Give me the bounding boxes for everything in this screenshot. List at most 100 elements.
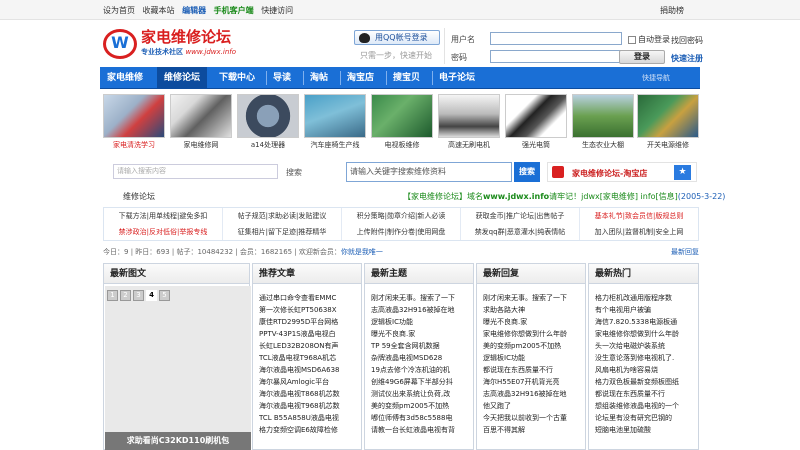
slider-page-current[interactable]: 4	[146, 290, 157, 301]
slider-page[interactable]: 2	[120, 290, 131, 301]
list-item[interactable]: 长虹LED32B208ON有声	[259, 340, 361, 352]
rules-cell[interactable]: 禁发qq群|恶意灌水|纯表情帖	[461, 224, 580, 240]
thumb-item[interactable]: a14处理器	[237, 94, 299, 152]
small-search-button[interactable]: 搜索	[286, 167, 302, 178]
list-item[interactable]: 海信7.820.5338电源板通	[595, 316, 697, 328]
star-icon[interactable]: ★	[674, 165, 691, 180]
rules-cell[interactable]: 下载方法|用单线程|避免多扣	[104, 208, 223, 224]
list-item[interactable]: 第一次修长虹PT50638X	[259, 304, 361, 316]
list-item[interactable]: 格力柜机改通用版程序数	[595, 292, 697, 304]
list-item[interactable]: 想组装维修液晶电视的一个	[595, 400, 697, 412]
list-item[interactable]: 短脑电池里加硫酸	[595, 424, 697, 436]
list-item[interactable]: 刚才闲来无事。搜索了一下	[371, 292, 473, 304]
list-item[interactable]: 海尔H55E07开机背光亮	[483, 376, 585, 388]
rules-cell[interactable]: 积分策略|勋章介绍|新人必读	[342, 208, 461, 224]
qq-login-button[interactable]: 用QQ帐号登录	[354, 30, 440, 45]
username-input[interactable]	[490, 32, 622, 45]
list-item[interactable]: 志高液晶32H916被掉在地	[371, 304, 473, 316]
rules-cell[interactable]: 基本礼节|致会员信|版规总则	[580, 208, 698, 224]
list-item[interactable]: 风扇电机为啥容易烧	[595, 364, 697, 376]
thumb-item[interactable]: 电视板维修	[371, 94, 433, 152]
main-search-button[interactable]: 搜索	[514, 162, 540, 182]
list-item[interactable]: 今天把我以前收到一个古董	[483, 412, 585, 424]
thumb-item[interactable]: 开关电源维修	[637, 94, 699, 152]
list-item[interactable]: 求助各路大神	[483, 304, 585, 316]
list-item[interactable]: 百思不得其解	[483, 424, 585, 436]
domain-notice[interactable]: 【家电维修论坛】域名www.jdwx.info请牢记！jdwx[家电维修] in…	[403, 191, 725, 202]
list-item[interactable]: 他又跑了	[483, 400, 585, 412]
list-item[interactable]: 有个电视用户被骗	[595, 304, 697, 316]
list-item[interactable]: 海尔液晶电视T968机芯数	[259, 400, 361, 412]
list-item[interactable]: 家电维修你想做到什么年龄	[483, 328, 585, 340]
list-item[interactable]: 志高液晶32H916被掉在地	[483, 388, 585, 400]
list-item[interactable]: 海尔液晶电视T868机芯数	[259, 388, 361, 400]
nav-item-taobao-shop[interactable]: 淘宝店	[340, 67, 381, 89]
list-item[interactable]: 论坛里有没有研究巴钢的	[595, 412, 697, 424]
list-item[interactable]: 测试仪出来系统让负荷,改	[371, 388, 473, 400]
list-item[interactable]: 格力双色板最新变频板图纸	[595, 376, 697, 388]
list-item[interactable]: 请教一台长虹液晶电视有背	[371, 424, 473, 436]
nav-item-collections[interactable]: 淘帖	[303, 67, 335, 89]
list-item[interactable]: 曝光不良商.家	[371, 328, 473, 340]
rules-cell[interactable]: 禁涉政治|反对低俗|举报专线	[104, 224, 223, 240]
list-item[interactable]: 美的变频pm2005不加热	[371, 400, 473, 412]
list-item[interactable]: 都说现在东西质量不行	[595, 388, 697, 400]
list-item[interactable]: 嘟位师傅有3d58c5588电	[371, 412, 473, 424]
main-search-input[interactable]: 请输入关键字搜索维修资料	[346, 162, 512, 182]
editor-link[interactable]: 编辑器	[182, 6, 206, 15]
list-item[interactable]: TCL液晶电视T968A机芯	[259, 352, 361, 364]
thumb-item[interactable]: 家电维修网	[170, 94, 232, 152]
list-item[interactable]: 逻辑板IC功能	[483, 352, 585, 364]
taobao-shop-banner[interactable]: 家电维修论坛-淘宝店 ★	[547, 162, 697, 182]
nav-item-download[interactable]: 下载中心	[212, 67, 262, 89]
breadcrumb[interactable]: 维修论坛	[123, 191, 155, 202]
nav-item-forum[interactable]: 维修论坛	[157, 67, 208, 89]
list-item[interactable]: 海尔液晶电视MSD6A638	[259, 364, 361, 376]
slider-page[interactable]: 1	[107, 290, 118, 301]
checkbox-box[interactable]	[628, 35, 636, 44]
list-item[interactable]: 格力变频空调E6故障检修	[259, 424, 361, 436]
nav-item-electronics-forum[interactable]: 电子论坛	[432, 67, 482, 89]
favorite-link[interactable]: 收藏本站	[143, 6, 175, 15]
thumb-item[interactable]: 生态农业大棚	[572, 94, 634, 152]
list-item[interactable]: 康佳RTD2995D平台网格	[259, 316, 361, 328]
set-home-link[interactable]: 设为首页	[103, 6, 135, 15]
list-item[interactable]: 曝光不良商.家	[483, 316, 585, 328]
list-item[interactable]: 都说现在东西质量不行	[483, 364, 585, 376]
list-item[interactable]: 逻辑板IC功能	[371, 316, 473, 328]
rules-cell[interactable]: 上传附件|制作分卷|使用网盘	[342, 224, 461, 240]
small-search-input[interactable]: 请输入搜索内容	[113, 164, 278, 179]
thumb-item[interactable]: 强光电筒	[505, 94, 567, 152]
quick-nav-label[interactable]: 快捷导航	[642, 73, 670, 83]
nav-item-search-goods[interactable]: 搜宝贝	[386, 67, 427, 89]
quick-access-link[interactable]: 快捷访问	[261, 6, 293, 15]
latest-replies-link[interactable]: 最新回复	[671, 247, 699, 257]
newest-member-link[interactable]: 你就是我唯一	[341, 248, 383, 256]
list-item[interactable]: 没生意论落到修电视机了.	[595, 352, 697, 364]
mobile-client-link[interactable]: 手机客户端	[214, 6, 254, 15]
rules-cell[interactable]: 征集相片|留下足迹|推荐精华	[223, 224, 342, 240]
image-slider[interactable]: 1 2 3 4 5 求助看尚C32KD110刷机包	[105, 286, 251, 450]
register-link[interactable]: 快速注册	[671, 53, 703, 64]
password-input[interactable]	[490, 50, 622, 63]
list-item[interactable]: TCL B55A858U液晶电视	[259, 412, 361, 424]
list-item[interactable]: 刚才闲来无事。搜索了一下	[483, 292, 585, 304]
thumb-item[interactable]: 汽车座椅生产线	[304, 94, 366, 152]
thumb-item[interactable]: 高速无刷电机	[438, 94, 500, 152]
list-item[interactable]: 杂牌液晶电视MSD628	[371, 352, 473, 364]
list-item[interactable]: 美的变频pm2005不加热	[483, 340, 585, 352]
rules-cell[interactable]: 获取金币|推广论坛|出售帖子	[461, 208, 580, 224]
list-item[interactable]: 19点去修个冷冻机油的机	[371, 364, 473, 376]
thumb-item[interactable]: 家电清洗学习	[103, 94, 165, 152]
auto-login-checkbox[interactable]: 自动登录	[628, 34, 670, 45]
nav-item-appliance-repair[interactable]: 家电维修	[100, 67, 150, 89]
donate-link[interactable]: 捐助榜	[660, 5, 684, 16]
nav-item-guide[interactable]: 导读	[266, 67, 298, 89]
site-logo[interactable]: W 家电维修论坛 专业技术社区 www.jdwx.info	[103, 26, 253, 62]
list-item[interactable]: PPTV-43P1S液晶电视白	[259, 328, 361, 340]
slider-page[interactable]: 3	[133, 290, 144, 301]
login-button[interactable]: 登录	[619, 50, 665, 64]
list-item[interactable]: TP 59全套含网机数据	[371, 340, 473, 352]
find-password-link[interactable]: 找回密码	[671, 35, 703, 46]
list-item[interactable]: 创维49G6屏幕下半部分抖	[371, 376, 473, 388]
